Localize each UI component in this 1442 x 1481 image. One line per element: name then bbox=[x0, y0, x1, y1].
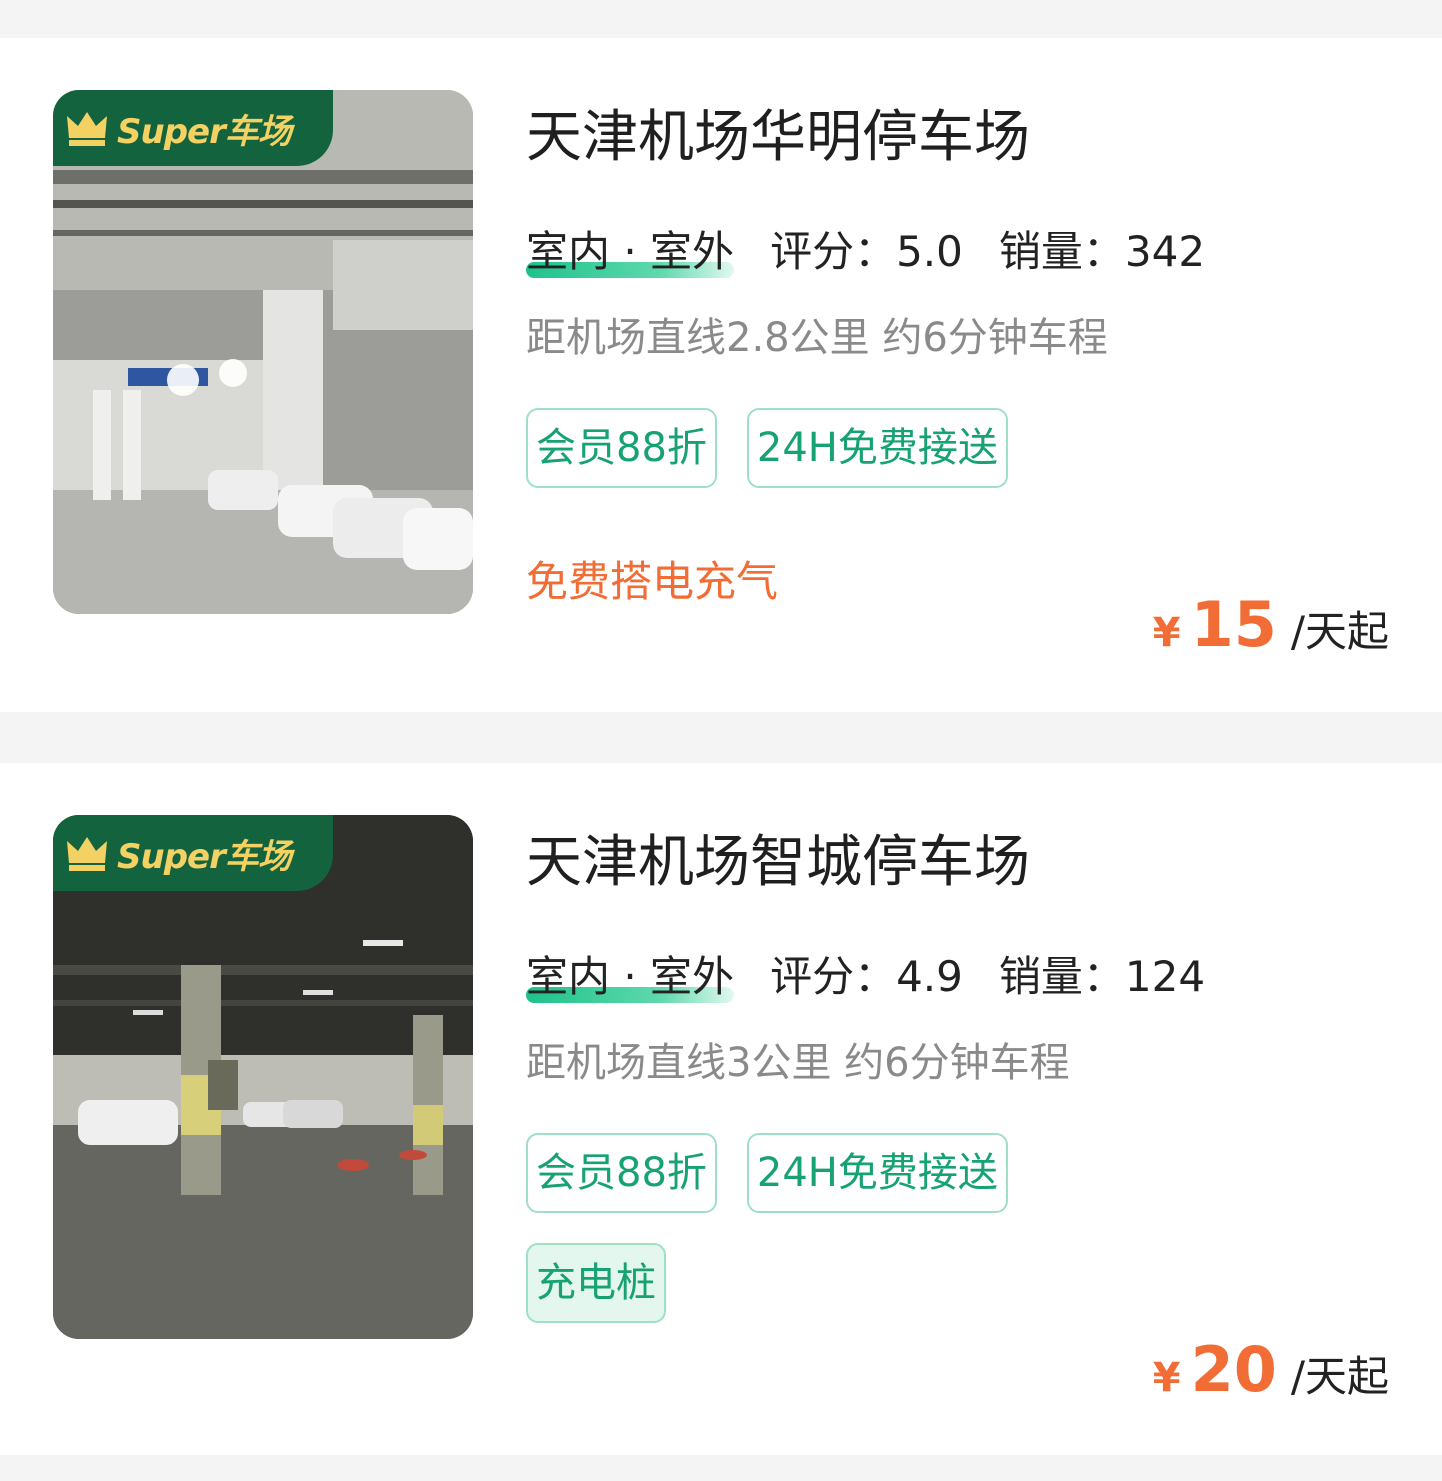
promo-text: 免费搭电充气 bbox=[526, 557, 779, 606]
price-amount: 20 bbox=[1190, 1333, 1277, 1406]
tag-free-shuttle: 24H免费接送 bbox=[746, 408, 1008, 488]
rating-value: 5.0 bbox=[896, 227, 963, 276]
parking-info: 天津机场华明停车场 室内 · 室外 评分：5.0 销量：342 距机场直线2.8… bbox=[526, 38, 1402, 712]
sales-label: 销量： bbox=[998, 227, 1125, 276]
parking-info: 天津机场智城停车场 室内 · 室外 评分：4.9 销量：124 距机场直线3公里… bbox=[526, 763, 1402, 1455]
rating-label: 评分： bbox=[770, 227, 897, 276]
crown-icon bbox=[67, 112, 107, 146]
tag-list-extra: 充电桩 bbox=[526, 1243, 666, 1323]
parking-type: 室内 · 室外 bbox=[526, 227, 735, 278]
badge-label: Super车场 bbox=[117, 836, 292, 877]
rating: 评分：4.9 bbox=[770, 949, 963, 1005]
distance-text: 距机场直线3公里 约6分钟车程 bbox=[526, 1040, 1070, 1086]
tag-free-shuttle: 24H免费接送 bbox=[746, 1133, 1008, 1213]
tag-list: 会员88折 24H免费接送 bbox=[526, 408, 1008, 488]
parking-photo: Super车场 bbox=[53, 90, 473, 614]
sales: 销量：342 bbox=[999, 224, 1205, 280]
currency-symbol: ¥ bbox=[1152, 1355, 1181, 1401]
parking-photo: Super车场 bbox=[53, 815, 473, 1339]
sales-label: 销量： bbox=[998, 952, 1125, 1001]
parking-meta: 室内 · 室外 评分：5.0 销量：342 bbox=[526, 224, 1205, 280]
rating: 评分：5.0 bbox=[770, 224, 963, 280]
badge-label: Super车场 bbox=[117, 111, 292, 152]
parking-card[interactable]: Super车场 天津机场智城停车场 室内 · 室外 评分：4.9 销量：124 … bbox=[0, 763, 1442, 1455]
parking-garage-image bbox=[53, 815, 473, 1339]
super-parking-badge: Super车场 bbox=[53, 815, 333, 891]
price: ¥ 15 /天起 bbox=[1153, 588, 1389, 661]
currency-symbol: ¥ bbox=[1152, 610, 1181, 656]
price-unit: /天起 bbox=[1290, 1352, 1389, 1401]
parking-name[interactable]: 天津机场华明停车场 bbox=[526, 100, 1030, 176]
tag-member-discount: 会员88折 bbox=[526, 408, 717, 488]
rating-label: 评分： bbox=[770, 952, 897, 1001]
sales-value: 124 bbox=[1124, 952, 1206, 1001]
sales-value: 342 bbox=[1124, 227, 1206, 276]
parking-garage-image bbox=[53, 90, 473, 614]
price: ¥ 20 /天起 bbox=[1153, 1333, 1389, 1406]
price-amount: 15 bbox=[1190, 588, 1277, 661]
tag-charging-pile: 充电桩 bbox=[526, 1243, 666, 1323]
super-parking-badge: Super车场 bbox=[53, 90, 333, 166]
parking-type: 室内 · 室外 bbox=[526, 952, 735, 1003]
tag-list: 会员88折 24H免费接送 bbox=[526, 1133, 1008, 1213]
price-unit: /天起 bbox=[1290, 607, 1389, 656]
sales: 销量：124 bbox=[999, 949, 1205, 1005]
parking-meta: 室内 · 室外 评分：4.9 销量：124 bbox=[526, 949, 1205, 1005]
parking-card[interactable]: Super车场 天津机场华明停车场 室内 · 室外 评分：5.0 销量：342 … bbox=[0, 38, 1442, 712]
tag-member-discount: 会员88折 bbox=[526, 1133, 717, 1213]
parking-name[interactable]: 天津机场智城停车场 bbox=[526, 825, 1030, 901]
rating-value: 4.9 bbox=[896, 952, 963, 1001]
crown-icon bbox=[67, 837, 107, 871]
distance-text: 距机场直线2.8公里 约6分钟车程 bbox=[526, 315, 1108, 361]
